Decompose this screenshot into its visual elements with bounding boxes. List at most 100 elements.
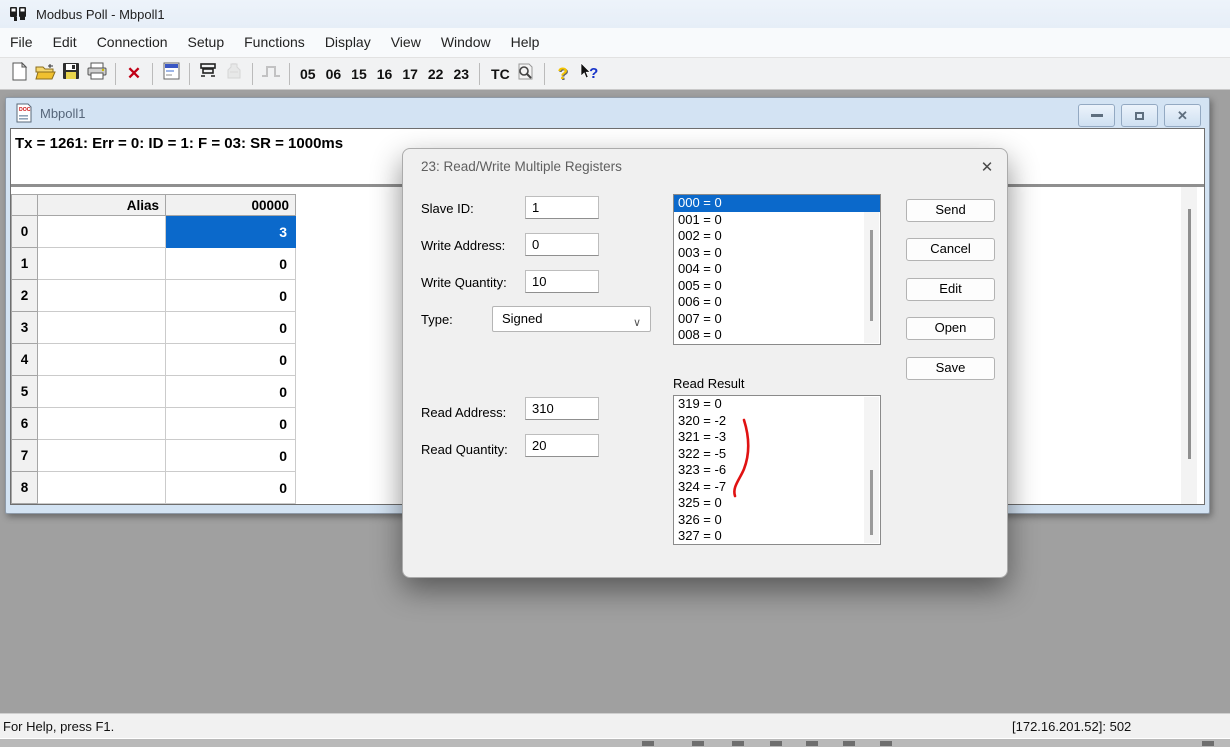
open-button[interactable]: Open [906, 317, 995, 340]
taskbar-icon-top [806, 741, 818, 746]
read-write-definition-button[interactable] [195, 61, 221, 87]
row-header-cell[interactable]: 5 [11, 376, 38, 408]
read-address-input[interactable]: 310 [525, 397, 599, 420]
list-item[interactable]: 008 = 0 [674, 327, 880, 344]
list-item[interactable]: 326 = 0 [674, 512, 880, 529]
save-button[interactable]: Save [906, 357, 995, 380]
menu-item-file[interactable]: File [0, 28, 43, 57]
list-item[interactable]: 005 = 0 [674, 278, 880, 295]
delete-button[interactable]: ✕ [121, 61, 147, 87]
value-cell[interactable]: 0 [166, 440, 296, 472]
status-bar: For Help, press F1. [172.16.201.52]: 502 [0, 713, 1230, 739]
menu-item-window[interactable]: Window [431, 28, 501, 57]
about-help-button[interactable]: ? [550, 61, 576, 87]
row-header-cell[interactable]: 6 [11, 408, 38, 440]
list-item[interactable]: 327 = 0 [674, 528, 880, 545]
menu-item-setup[interactable]: Setup [178, 28, 235, 57]
alias-cell[interactable] [38, 472, 166, 504]
grid-scrollbar-thumb[interactable] [1188, 209, 1191, 459]
pulse-button[interactable] [258, 61, 284, 87]
grid-header-cell[interactable]: Alias [38, 194, 166, 216]
list-item[interactable]: 000 = 0 [674, 195, 880, 212]
print-button[interactable] [84, 61, 110, 87]
function-code-23-button[interactable]: 23 [453, 66, 469, 82]
dialog-close-button[interactable]: ✕ [973, 155, 1001, 179]
context-help-button[interactable]: ? [576, 61, 602, 87]
new-file-button[interactable] [6, 61, 32, 87]
alias-cell[interactable] [38, 312, 166, 344]
grid-scrollbar[interactable] [1181, 187, 1197, 505]
grid-header-cell[interactable]: 00000 [166, 194, 296, 216]
alias-cell[interactable] [38, 376, 166, 408]
function-code-15-button[interactable]: 15 [351, 66, 367, 82]
list-item[interactable]: 320 = -2 [674, 413, 880, 430]
list-item[interactable]: 007 = 0 [674, 311, 880, 328]
test-center-button[interactable]: TC [491, 66, 510, 82]
communication-traffic-button[interactable] [221, 61, 247, 87]
list-item[interactable]: 002 = 0 [674, 228, 880, 245]
row-header-cell[interactable]: 8 [11, 472, 38, 504]
grid-header-cell[interactable] [11, 194, 38, 216]
value-cell[interactable]: 0 [166, 408, 296, 440]
alias-cell[interactable] [38, 248, 166, 280]
cancel-button[interactable]: Cancel [906, 238, 995, 261]
write-quantity-input[interactable]: 10 [525, 270, 599, 293]
list-item[interactable]: 003 = 0 [674, 245, 880, 262]
list-item[interactable]: 004 = 0 [674, 261, 880, 278]
value-cell[interactable]: 0 [166, 280, 296, 312]
row-header-cell[interactable]: 7 [11, 440, 38, 472]
restore-button[interactable] [1121, 104, 1158, 127]
function-code-06-button[interactable]: 06 [326, 66, 342, 82]
menu-item-display[interactable]: Display [315, 28, 381, 57]
alias-cell[interactable] [38, 344, 166, 376]
function-code-17-button[interactable]: 17 [402, 66, 418, 82]
minimize-button[interactable] [1078, 104, 1115, 127]
write-registers-listbox[interactable]: 000 = 0001 = 0002 = 0003 = 0004 = 0005 =… [673, 194, 881, 345]
list-item[interactable]: 319 = 0 [674, 396, 880, 413]
save-button[interactable] [58, 61, 84, 87]
write-address-input[interactable]: 0 [525, 233, 599, 256]
value-cell[interactable]: 0 [166, 472, 296, 504]
type-dropdown[interactable]: Signed ∨ [492, 306, 651, 332]
list-item[interactable]: 325 = 0 [674, 495, 880, 512]
menu-item-functions[interactable]: Functions [234, 28, 315, 57]
listbox-scrollbar-thumb[interactable] [870, 230, 873, 321]
display-setup-button[interactable] [158, 61, 184, 87]
menu-item-view[interactable]: View [381, 28, 431, 57]
menu-item-help[interactable]: Help [501, 28, 550, 57]
slave-id-input[interactable]: 1 [525, 196, 599, 219]
alias-cell[interactable] [38, 280, 166, 312]
function-code-16-button[interactable]: 16 [377, 66, 393, 82]
open-file-button[interactable] [32, 61, 58, 87]
row-header-cell[interactable]: 3 [11, 312, 38, 344]
value-cell[interactable]: 0 [166, 344, 296, 376]
alias-cell[interactable] [38, 408, 166, 440]
menu-item-connection[interactable]: Connection [87, 28, 178, 57]
value-cell[interactable]: 0 [166, 312, 296, 344]
row-header-cell[interactable]: 0 [11, 216, 38, 248]
function-code-22-button[interactable]: 22 [428, 66, 444, 82]
row-header-cell[interactable]: 1 [11, 248, 38, 280]
list-item[interactable]: 322 = -5 [674, 446, 880, 463]
list-item[interactable]: 321 = -3 [674, 429, 880, 446]
close-button[interactable]: ✕ [1164, 104, 1201, 127]
menu-item-edit[interactable]: Edit [43, 28, 87, 57]
alias-cell[interactable] [38, 440, 166, 472]
listbox-scrollbar-thumb[interactable] [870, 470, 873, 535]
find-button[interactable] [513, 61, 539, 87]
value-cell[interactable]: 3 [166, 216, 296, 248]
send-button[interactable]: Send [906, 199, 995, 222]
function-code-05-button[interactable]: 05 [300, 66, 316, 82]
list-item[interactable]: 323 = -6 [674, 462, 880, 479]
alias-cell[interactable] [38, 216, 166, 248]
list-item[interactable]: 324 = -7 [674, 479, 880, 496]
value-cell[interactable]: 0 [166, 248, 296, 280]
list-item[interactable]: 006 = 0 [674, 294, 880, 311]
edit-button[interactable]: Edit [906, 278, 995, 301]
row-header-cell[interactable]: 4 [11, 344, 38, 376]
row-header-cell[interactable]: 2 [11, 280, 38, 312]
read-quantity-input[interactable]: 20 [525, 434, 599, 457]
list-item[interactable]: 001 = 0 [674, 212, 880, 229]
value-cell[interactable]: 0 [166, 376, 296, 408]
read-result-listbox[interactable]: 319 = 0320 = -2321 = -3322 = -5323 = -63… [673, 395, 881, 545]
